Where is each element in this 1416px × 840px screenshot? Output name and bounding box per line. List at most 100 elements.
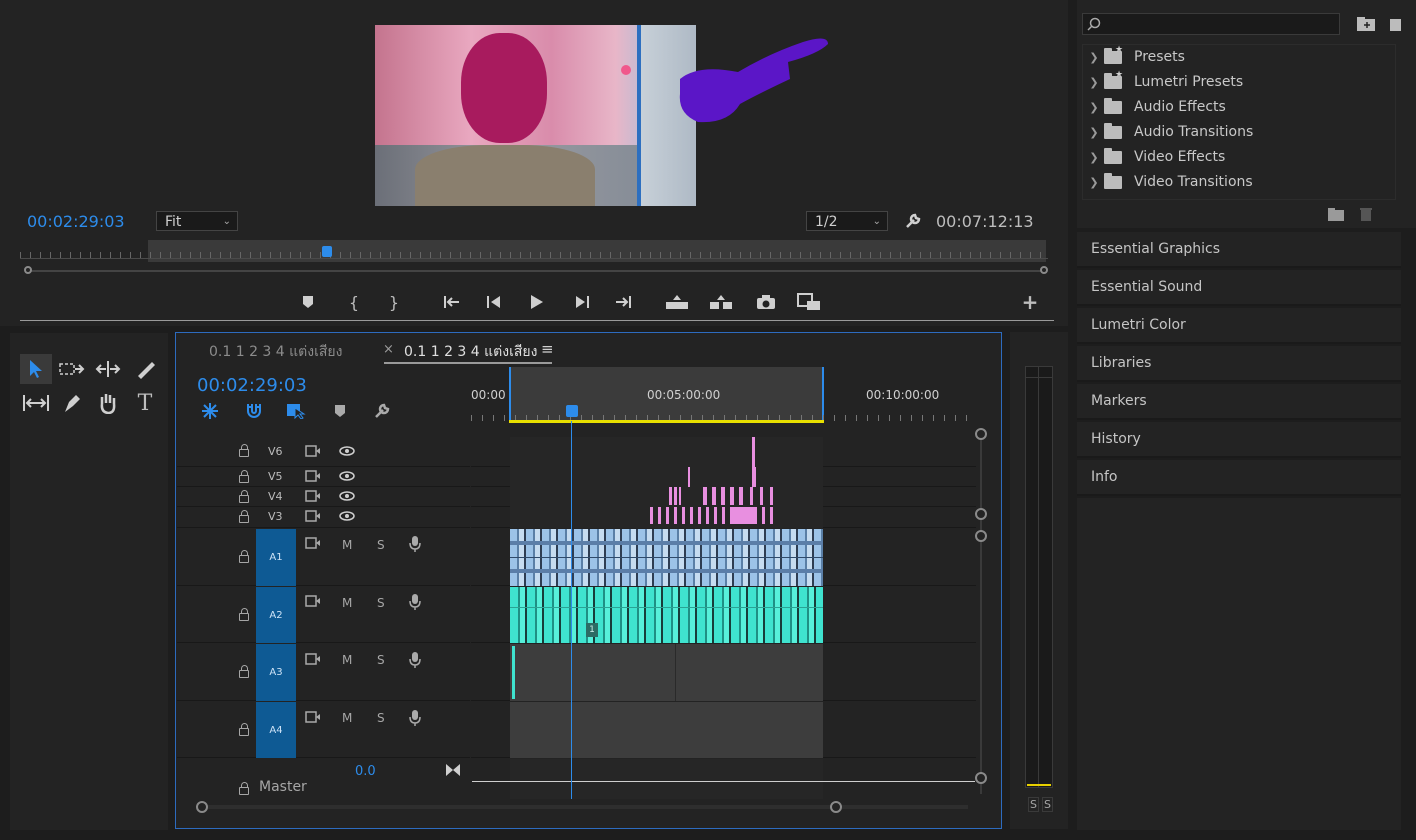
mute-button[interactable]: M (342, 653, 352, 667)
lock-icon[interactable] (239, 665, 249, 678)
mute-button[interactable]: M (342, 538, 352, 552)
track-header-v6[interactable]: V6 (177, 437, 470, 467)
sync-lock-icon[interactable] (305, 445, 321, 457)
panel-info[interactable]: Info (1077, 460, 1401, 496)
ripple-edit-icon[interactable] (94, 357, 122, 381)
panel-essential-sound[interactable]: Essential Sound (1077, 270, 1401, 306)
hand-tool-icon[interactable] (94, 390, 122, 416)
go-to-out-icon[interactable] (612, 292, 634, 312)
track-header-a4[interactable]: M S (177, 702, 470, 758)
type-tool-icon[interactable]: T (131, 390, 159, 416)
solo-button[interactable]: S (377, 538, 385, 552)
tab-sequence-inactive[interactable]: 0.1 1 2 3 4 แต่งเสียง (209, 341, 342, 363)
effects-item-lumetri-presets[interactable]: ❯ ★ Lumetri Presets (1084, 70, 1396, 94)
panel-history[interactable]: History (1077, 422, 1401, 458)
resolution-dropdown[interactable]: 1/2 ⌄ (806, 211, 888, 231)
lock-icon[interactable] (239, 470, 249, 483)
new-preset-bin-icon[interactable] (1354, 14, 1378, 34)
audio-clip-a1[interactable] (510, 529, 823, 586)
track-target-a3[interactable]: A3 (256, 644, 296, 701)
pen-tool-icon[interactable] (58, 390, 86, 416)
video-clip[interactable] (752, 437, 755, 467)
slip-tool-icon[interactable] (20, 390, 52, 416)
mark-out-icon[interactable]: } (384, 292, 404, 312)
eye-icon[interactable] (339, 511, 355, 521)
zoom-dropdown[interactable]: Fit ⌄ (156, 211, 238, 231)
sync-lock-icon[interactable] (305, 470, 321, 482)
linked-selection-icon[interactable] (285, 402, 307, 420)
lock-icon[interactable] (239, 782, 249, 795)
close-icon[interactable]: × (383, 342, 394, 357)
lock-icon[interactable] (239, 510, 249, 523)
horizontal-scrollbar[interactable] (196, 801, 974, 813)
extract-icon[interactable] (708, 292, 734, 312)
effects-item-audio-transitions[interactable]: ❯ Audio Transitions (1084, 120, 1396, 144)
video-preview[interactable] (375, 25, 696, 206)
new-custom-bin-icon[interactable] (1388, 14, 1402, 34)
camera-icon[interactable] (754, 292, 778, 312)
nest-sequence-icon[interactable] (200, 402, 220, 420)
go-to-edit-icon[interactable] (445, 763, 461, 777)
playhead-marker[interactable] (566, 405, 578, 417)
effects-search-input[interactable] (1082, 13, 1340, 35)
lock-icon[interactable] (239, 490, 249, 503)
panel-essential-graphics[interactable]: Essential Graphics (1077, 232, 1401, 268)
video-clip[interactable] (703, 487, 743, 505)
track-target-a1[interactable]: A1 (256, 529, 296, 586)
solo-button[interactable]: S (377, 596, 385, 610)
master-volume-line[interactable] (472, 781, 975, 782)
track-header-a3[interactable]: M S (177, 644, 470, 701)
panel-lumetri-color[interactable]: Lumetri Color (1077, 308, 1401, 344)
timeline-current-timecode[interactable]: 00:02:29:03 (197, 375, 307, 396)
track-header-v3[interactable]: V3 (177, 507, 470, 528)
track-target-a2[interactable]: A2 (256, 587, 296, 643)
scrollbar-left-handle[interactable] (24, 266, 32, 274)
master-volume-value[interactable]: 0.0 (355, 764, 376, 779)
mute-button[interactable]: M (342, 711, 352, 725)
track-target-a4[interactable]: A4 (256, 702, 296, 758)
microphone-icon[interactable] (409, 535, 421, 553)
sync-lock-icon[interactable] (305, 510, 321, 522)
track-header-a1[interactable]: M S (177, 529, 470, 586)
audio-clip-a3[interactable] (510, 644, 823, 701)
play-icon[interactable] (526, 292, 548, 312)
microphone-icon[interactable] (409, 709, 421, 727)
button-editor-icon[interactable] (796, 292, 822, 312)
lock-icon[interactable] (239, 444, 249, 457)
eye-icon[interactable] (339, 471, 355, 481)
sync-lock-icon[interactable] (305, 490, 321, 502)
timeline-settings-wrench-icon[interactable] (372, 402, 392, 420)
microphone-icon[interactable] (409, 593, 421, 611)
track-header-a2[interactable]: M S (177, 587, 470, 643)
go-to-in-icon[interactable] (441, 292, 463, 312)
eye-icon[interactable] (339, 491, 355, 501)
program-current-timecode[interactable]: 00:02:29:03 (27, 212, 125, 231)
new-bin-icon[interactable] (1327, 206, 1345, 222)
solo-left-button[interactable]: S (1028, 797, 1039, 812)
step-back-icon[interactable] (483, 292, 505, 312)
wrench-icon[interactable] (902, 210, 924, 232)
lift-icon[interactable] (664, 292, 690, 312)
zoom-scrollbar[interactable] (24, 266, 1048, 276)
delete-icon[interactable] (1358, 206, 1374, 222)
solo-button[interactable]: S (377, 711, 385, 725)
track-select-forward-icon[interactable] (58, 357, 86, 381)
panel-libraries[interactable]: Libraries (1077, 346, 1401, 382)
snap-magnet-icon[interactable] (244, 402, 264, 420)
tab-sequence-active[interactable]: 0.1 1 2 3 4 แต่งเสียง (404, 341, 537, 363)
playhead-line[interactable] (571, 421, 572, 799)
video-clip[interactable] (688, 467, 690, 487)
video-clip[interactable] (732, 507, 756, 524)
mark-in-icon[interactable]: { (344, 292, 364, 312)
effects-item-presets[interactable]: ❯ ★ Presets (1084, 45, 1396, 69)
sync-lock-icon[interactable] (305, 653, 321, 665)
lock-icon[interactable] (239, 608, 249, 621)
video-clip[interactable] (752, 467, 756, 487)
lock-icon[interactable] (239, 550, 249, 563)
video-clip[interactable] (650, 507, 775, 524)
sync-lock-icon[interactable] (305, 595, 321, 607)
mute-button[interactable]: M (342, 596, 352, 610)
program-timeruler[interactable] (20, 238, 1048, 262)
audio-clip-a2[interactable]: 1 (510, 587, 823, 643)
vertical-scrollbar[interactable] (975, 428, 987, 798)
